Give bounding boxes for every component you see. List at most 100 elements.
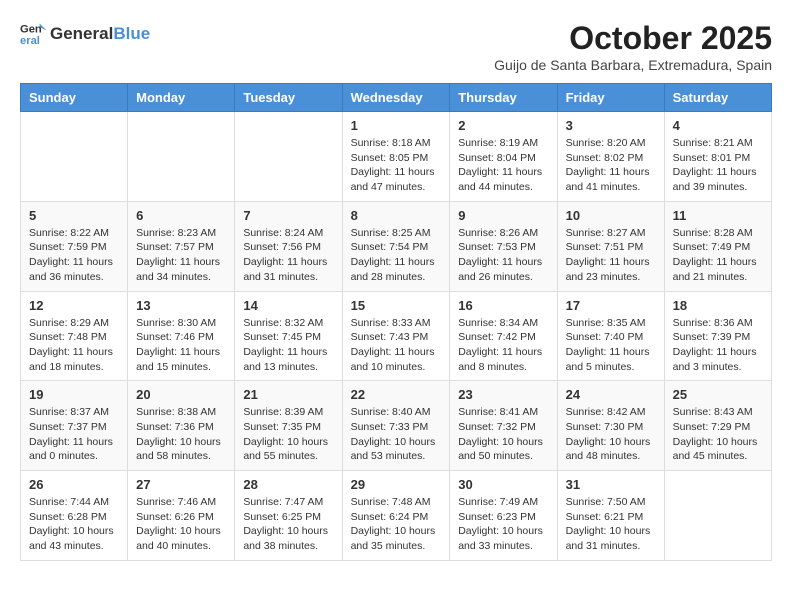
day-number: 24 <box>566 387 656 402</box>
day-number: 19 <box>29 387 119 402</box>
calendar-cell: 30 Sunrise: 7:49 AM Sunset: 6:23 PM Dayli… <box>450 471 557 561</box>
day-info: Sunrise: 7:47 AM Sunset: 6:25 PM Dayligh… <box>243 495 333 554</box>
weekday-header: Wednesday <box>342 84 450 112</box>
weekday-header: Saturday <box>664 84 771 112</box>
calendar-week-row: 26 Sunrise: 7:44 AM Sunset: 6:28 PM Dayli… <box>21 471 772 561</box>
calendar-cell <box>664 471 771 561</box>
day-info: Sunrise: 8:28 AM Sunset: 7:49 PM Dayligh… <box>673 226 763 285</box>
day-info: Sunrise: 7:50 AM Sunset: 6:21 PM Dayligh… <box>566 495 656 554</box>
month-title: October 2025 <box>494 20 772 57</box>
day-info: Sunrise: 8:35 AM Sunset: 7:40 PM Dayligh… <box>566 316 656 375</box>
day-info: Sunrise: 8:18 AM Sunset: 8:05 PM Dayligh… <box>351 136 442 195</box>
day-info: Sunrise: 8:19 AM Sunset: 8:04 PM Dayligh… <box>458 136 548 195</box>
svg-text:Gen: Gen <box>20 24 42 36</box>
day-info: Sunrise: 7:48 AM Sunset: 6:24 PM Dayligh… <box>351 495 442 554</box>
calendar-cell: 3Sunrise: 8:20 AM Sunset: 8:02 PM Daylig… <box>557 112 664 202</box>
calendar-cell <box>235 112 342 202</box>
svg-text:eral: eral <box>20 35 40 47</box>
logo-icon: Gen eral <box>20 20 48 48</box>
calendar-week-row: 5Sunrise: 8:22 AM Sunset: 7:59 PM Daylig… <box>21 201 772 291</box>
day-info: Sunrise: 7:49 AM Sunset: 6:23 PM Dayligh… <box>458 495 548 554</box>
calendar-cell: 4Sunrise: 8:21 AM Sunset: 8:01 PM Daylig… <box>664 112 771 202</box>
day-number: 12 <box>29 298 119 313</box>
day-info: Sunrise: 8:38 AM Sunset: 7:36 PM Dayligh… <box>136 405 226 464</box>
calendar-cell: 27 Sunrise: 7:46 AM Sunset: 6:26 PM Dayli… <box>128 471 235 561</box>
day-number: 27 <box>136 477 226 492</box>
calendar-cell: 10Sunrise: 8:27 AM Sunset: 7:51 PM Dayli… <box>557 201 664 291</box>
day-info: Sunrise: 8:33 AM Sunset: 7:43 PM Dayligh… <box>351 316 442 375</box>
calendar-cell: 2 Sunrise: 8:19 AM Sunset: 8:04 PM Daylig… <box>450 112 557 202</box>
day-info: Sunrise: 8:24 AM Sunset: 7:56 PM Dayligh… <box>243 226 333 285</box>
calendar-cell: 25Sunrise: 8:43 AM Sunset: 7:29 PM Dayli… <box>664 381 771 471</box>
day-number: 20 <box>136 387 226 402</box>
day-info: Sunrise: 8:40 AM Sunset: 7:33 PM Dayligh… <box>351 405 442 464</box>
day-number: 10 <box>566 208 656 223</box>
day-number: 26 <box>29 477 119 492</box>
weekday-header: Thursday <box>450 84 557 112</box>
day-info: Sunrise: 8:25 AM Sunset: 7:54 PM Dayligh… <box>351 226 442 285</box>
day-number: 8 <box>351 208 442 223</box>
day-number: 21 <box>243 387 333 402</box>
calendar-cell: 16Sunrise: 8:34 AM Sunset: 7:42 PM Dayli… <box>450 291 557 381</box>
logo-blue: Blue <box>113 24 150 44</box>
day-number: 14 <box>243 298 333 313</box>
calendar-week-row: 1Sunrise: 8:18 AM Sunset: 8:05 PM Daylig… <box>21 112 772 202</box>
day-info: Sunrise: 8:30 AM Sunset: 7:46 PM Dayligh… <box>136 316 226 375</box>
calendar-table: SundayMondayTuesdayWednesdayThursdayFrid… <box>20 83 772 561</box>
day-info: Sunrise: 8:21 AM Sunset: 8:01 PM Dayligh… <box>673 136 763 195</box>
weekday-header: Monday <box>128 84 235 112</box>
weekday-header: Tuesday <box>235 84 342 112</box>
calendar-cell: 9Sunrise: 8:26 AM Sunset: 7:53 PM Daylig… <box>450 201 557 291</box>
day-number: 3 <box>566 118 656 133</box>
day-number: 13 <box>136 298 226 313</box>
weekday-header: Friday <box>557 84 664 112</box>
calendar-cell: 20 Sunrise: 8:38 AM Sunset: 7:36 PM Dayli… <box>128 381 235 471</box>
day-number: 6 <box>136 208 226 223</box>
day-number: 30 <box>458 477 548 492</box>
logo-general: General <box>50 24 113 44</box>
calendar-cell: 23 Sunrise: 8:41 AM Sunset: 7:32 PM Dayli… <box>450 381 557 471</box>
calendar-cell: 8 Sunrise: 8:25 AM Sunset: 7:54 PM Daylig… <box>342 201 450 291</box>
calendar-header-row: SundayMondayTuesdayWednesdayThursdayFrid… <box>21 84 772 112</box>
day-info: Sunrise: 8:43 AM Sunset: 7:29 PM Dayligh… <box>673 405 763 464</box>
day-info: Sunrise: 7:46 AM Sunset: 6:26 PM Dayligh… <box>136 495 226 554</box>
calendar-cell: 31 Sunrise: 7:50 AM Sunset: 6:21 PM Dayli… <box>557 471 664 561</box>
day-number: 23 <box>458 387 548 402</box>
calendar-cell: 11 Sunrise: 8:28 AM Sunset: 7:49 PM Dayli… <box>664 201 771 291</box>
title-section: October 2025 Guijo de Santa Barbara, Ext… <box>494 20 772 73</box>
day-number: 28 <box>243 477 333 492</box>
day-number: 22 <box>351 387 442 402</box>
day-number: 11 <box>673 208 763 223</box>
calendar-cell: 19Sunrise: 8:37 AM Sunset: 7:37 PM Dayli… <box>21 381 128 471</box>
calendar-cell: 21 Sunrise: 8:39 AM Sunset: 7:35 PM Dayli… <box>235 381 342 471</box>
calendar-cell: 17Sunrise: 8:35 AM Sunset: 7:40 PM Dayli… <box>557 291 664 381</box>
day-info: Sunrise: 8:41 AM Sunset: 7:32 PM Dayligh… <box>458 405 548 464</box>
day-number: 5 <box>29 208 119 223</box>
calendar-week-row: 19Sunrise: 8:37 AM Sunset: 7:37 PM Dayli… <box>21 381 772 471</box>
day-number: 29 <box>351 477 442 492</box>
day-info: Sunrise: 7:44 AM Sunset: 6:28 PM Dayligh… <box>29 495 119 554</box>
day-info: Sunrise: 8:23 AM Sunset: 7:57 PM Dayligh… <box>136 226 226 285</box>
logo: Gen eral GeneralBlue <box>20 20 150 48</box>
calendar-cell: 15Sunrise: 8:33 AM Sunset: 7:43 PM Dayli… <box>342 291 450 381</box>
calendar-cell: 18 Sunrise: 8:36 AM Sunset: 7:39 PM Dayli… <box>664 291 771 381</box>
day-number: 2 <box>458 118 548 133</box>
day-info: Sunrise: 8:32 AM Sunset: 7:45 PM Dayligh… <box>243 316 333 375</box>
day-number: 18 <box>673 298 763 313</box>
day-number: 9 <box>458 208 548 223</box>
calendar-cell: 5Sunrise: 8:22 AM Sunset: 7:59 PM Daylig… <box>21 201 128 291</box>
calendar-cell: 26 Sunrise: 7:44 AM Sunset: 6:28 PM Dayli… <box>21 471 128 561</box>
day-info: Sunrise: 8:36 AM Sunset: 7:39 PM Dayligh… <box>673 316 763 375</box>
day-number: 31 <box>566 477 656 492</box>
day-info: Sunrise: 8:42 AM Sunset: 7:30 PM Dayligh… <box>566 405 656 464</box>
weekday-header: Sunday <box>21 84 128 112</box>
calendar-cell: 1Sunrise: 8:18 AM Sunset: 8:05 PM Daylig… <box>342 112 450 202</box>
day-info: Sunrise: 8:39 AM Sunset: 7:35 PM Dayligh… <box>243 405 333 464</box>
calendar-cell <box>21 112 128 202</box>
calendar-cell: 28 Sunrise: 7:47 AM Sunset: 6:25 PM Dayli… <box>235 471 342 561</box>
calendar-cell: 7Sunrise: 8:24 AM Sunset: 7:56 PM Daylig… <box>235 201 342 291</box>
calendar-week-row: 12Sunrise: 8:29 AM Sunset: 7:48 PM Dayli… <box>21 291 772 381</box>
calendar-cell: 12Sunrise: 8:29 AM Sunset: 7:48 PM Dayli… <box>21 291 128 381</box>
calendar-cell: 6 Sunrise: 8:23 AM Sunset: 7:57 PM Daylig… <box>128 201 235 291</box>
calendar-cell: 14 Sunrise: 8:32 AM Sunset: 7:45 PM Dayli… <box>235 291 342 381</box>
